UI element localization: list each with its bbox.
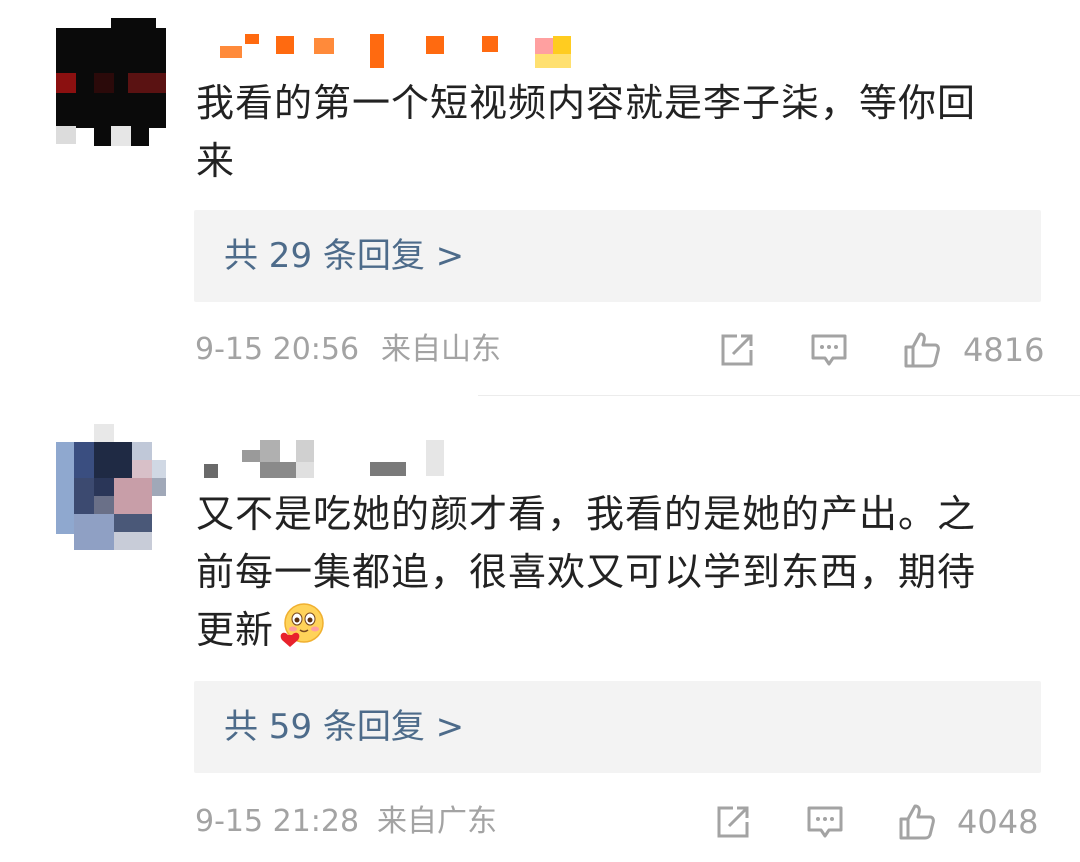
- heart-eyes-emoji-icon: [280, 603, 324, 647]
- location: 来自山东: [381, 332, 501, 367]
- timestamp: 9-15 21:28: [195, 804, 360, 839]
- comment-meta: 9-15 21:28 来自广东 4048: [195, 798, 1055, 846]
- view-replies-button[interactable]: 共 59 条回复 >: [194, 681, 1041, 773]
- share-icon[interactable]: [713, 802, 753, 842]
- replies-label[interactable]: 共 29 条回复 >: [224, 210, 464, 302]
- replies-label[interactable]: 共 59 条回复 >: [224, 681, 464, 773]
- divider: [478, 395, 1080, 396]
- thumbs-up-icon[interactable]: [902, 330, 942, 370]
- location: 来自广东: [377, 804, 497, 839]
- comment-icon[interactable]: [805, 802, 845, 842]
- view-replies-button[interactable]: 共 29 条回复 >: [194, 210, 1041, 302]
- avatar[interactable]: [56, 18, 166, 148]
- comment-icon[interactable]: [809, 330, 849, 370]
- comment-meta: 9-15 20:56 来自山东 4816: [195, 326, 1055, 374]
- avatar[interactable]: [56, 424, 166, 554]
- thumbs-up-icon[interactable]: [897, 802, 937, 842]
- username-pixelated[interactable]: [200, 440, 600, 478]
- username-pixelated[interactable]: [200, 30, 600, 68]
- timestamp: 9-15 20:56: [195, 332, 360, 367]
- comment-text: 我看的第一个短视频内容就是李子柒，等你回 来: [196, 81, 977, 183]
- comment-item: 我看的第一个短视频内容就是李子柒，等你回 来 共 29 条回复 > 9-15 2…: [0, 0, 1080, 395]
- share-icon[interactable]: [717, 330, 757, 370]
- like-count: 4048: [957, 803, 1039, 841]
- comment-item: 又不是吃她的颜才看，我看的是她的产出。之 前每一集都追，很喜欢又可以学到东西，期…: [0, 398, 1080, 862]
- comment-text: 又不是吃她的颜才看，我看的是她的产出。之 前每一集都追，很喜欢又可以学到东西，期…: [196, 492, 977, 652]
- like-count: 4816: [963, 331, 1045, 369]
